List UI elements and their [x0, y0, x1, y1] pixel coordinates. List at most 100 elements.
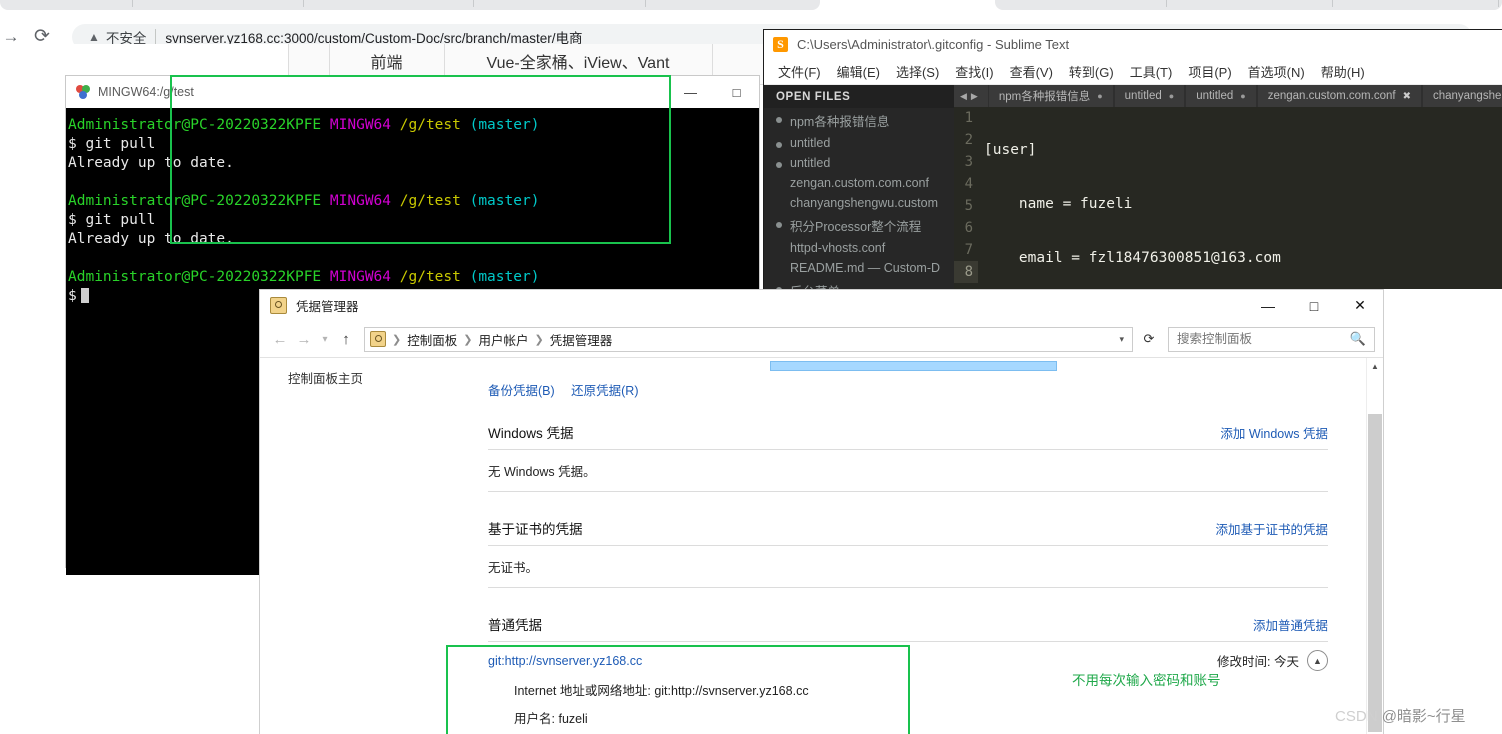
- credential-top-links: 备份凭据(B) 还原凭据(R): [488, 380, 1328, 400]
- sublime-text-window[interactable]: S C:\Users\Administrator\.gitconfig - Su…: [764, 30, 1502, 299]
- menu-file[interactable]: 文件(F): [770, 62, 829, 81]
- omnibox-divider: [155, 29, 157, 45]
- sidebar-file-label: npm各种报错信息: [790, 115, 890, 129]
- sublime-menu-bar[interactable]: 文件(F) 编辑(E) 选择(S) 查找(I) 查看(V) 转到(G) 工具(T…: [764, 58, 1502, 85]
- close-icon[interactable]: ✖: [1403, 91, 1411, 102]
- sidebar-file-item[interactable]: httpd-vhosts.conf: [764, 238, 954, 258]
- add-windows-credential-link[interactable]: 添加 Windows 凭据: [1220, 423, 1328, 442]
- forward-button[interactable]: →: [292, 327, 316, 351]
- add-generic-credential-link[interactable]: 添加普通凭据: [1253, 615, 1328, 634]
- menu-edit[interactable]: 编辑(E): [829, 62, 888, 81]
- control-panel-home-link[interactable]: 控制面板主页: [288, 368, 363, 387]
- terminal-maximize-button[interactable]: □: [714, 76, 759, 108]
- explorer-address-bar[interactable]: ❯ 控制面板 ❯ 用户帐户 ❯ 凭据管理器 ▾: [364, 326, 1133, 352]
- up-button[interactable]: ↑: [334, 327, 358, 351]
- sidebar-file-label: 积分Processor整个流程: [790, 220, 922, 234]
- prompt-branch: (master): [469, 117, 540, 133]
- tab-scroll-arrows[interactable]: ◀ ▶: [954, 85, 988, 107]
- back-button[interactable]: ←: [268, 327, 292, 351]
- menu-help[interactable]: 帮助(H): [1313, 62, 1373, 81]
- sublime-tab-bar[interactable]: ◀ ▶ npm各种报错信息 ● untitled ● untitled ● zenga…: [954, 85, 1502, 107]
- menu-goto[interactable]: 转到(G): [1061, 62, 1122, 81]
- terminal-line-prompt: Administrator@PC-20220322KPFE MINGW64 /g…: [68, 192, 759, 211]
- menu-find[interactable]: 查找(I): [947, 62, 1001, 81]
- chevron-right-icon: ❯: [534, 333, 544, 346]
- breadcrumb-control-panel[interactable]: 控制面板: [407, 330, 457, 349]
- vertical-scrollbar[interactable]: ▲: [1366, 358, 1383, 734]
- line-number: 6: [964, 220, 973, 236]
- recent-locations-button[interactable]: ▾: [316, 327, 334, 351]
- chevron-down-icon[interactable]: ▾: [1119, 334, 1124, 345]
- line-number: 4: [964, 176, 973, 192]
- editor-tab-chanyang[interactable]: chanyangshengwu.cus: [1421, 85, 1502, 107]
- chevron-left-icon[interactable]: ◀: [960, 91, 971, 102]
- tab-separator: [645, 0, 646, 7]
- sidebar-file-item[interactable]: untitled: [764, 153, 954, 173]
- sidebar-file-item[interactable]: chanyangshengwu.custom: [764, 193, 954, 213]
- terminal-minimize-button[interactable]: —: [668, 76, 713, 108]
- menu-project[interactable]: 项目(P): [1180, 62, 1239, 81]
- sidebar-file-item[interactable]: zengan.custom.com.conf: [764, 173, 954, 193]
- scroll-up-arrow-icon[interactable]: ▲: [1367, 358, 1383, 374]
- editor-tab-untitled-1[interactable]: untitled ●: [1113, 85, 1186, 107]
- terminal-title-bar: MINGW64:/g/test — □: [66, 76, 759, 108]
- refresh-button[interactable]: ⟳: [1136, 328, 1162, 351]
- prompt-user: Administrator@PC-20220322KPFE: [68, 117, 322, 133]
- sublime-title-bar: S C:\Users\Administrator\.gitconfig - Su…: [764, 30, 1502, 58]
- credential-entry-header[interactable]: git:http://svnserver.yz168.cc 修改时间: 今天 ▲: [488, 650, 1328, 671]
- sublime-sidebar[interactable]: OPEN FILES npm各种报错信息 untitled untitled z…: [764, 85, 955, 299]
- vertical-scrollbar-thumb[interactable]: [1368, 414, 1382, 732]
- menu-tools[interactable]: 工具(T): [1122, 62, 1181, 81]
- sidebar-file-item[interactable]: npm各种报错信息: [764, 108, 954, 133]
- code-content[interactable]: [user] name = fuzeli email = fzl18476300…: [984, 107, 1502, 289]
- sublime-window-title: C:\Users\Administrator\.gitconfig - Subl…: [797, 36, 1070, 52]
- credential-url-link[interactable]: git:http://svnserver.yz168.cc: [488, 654, 642, 668]
- dirty-dot-icon: ●: [1097, 91, 1103, 101]
- menu-selection[interactable]: 选择(S): [888, 62, 947, 81]
- chevron-right-icon[interactable]: ▶: [971, 91, 982, 102]
- credential-manager-icon-small: [370, 331, 386, 347]
- certificate-credentials-title: 基于证书的凭据: [488, 522, 583, 537]
- browser-tab-group-left[interactable]: [0, 0, 820, 10]
- backup-credentials-link[interactable]: 备份凭据(B): [488, 384, 555, 398]
- maximize-button[interactable]: □: [1291, 290, 1337, 321]
- code-line: email = fzl18476300851@163.com: [984, 250, 1281, 266]
- minimize-button[interactable]: —: [1245, 290, 1291, 321]
- sublime-code-editor[interactable]: 1 2 3 4 5 6 7 8 [user] name = fuzeli ema…: [954, 107, 1502, 289]
- horizontal-scrollbar-thumb[interactable]: [770, 361, 1057, 371]
- terminal-line-prompt: Administrator@PC-20220322KPFE MINGW64 /g…: [68, 268, 759, 287]
- sublime-body: OPEN FILES npm各种报错信息 untitled untitled z…: [764, 85, 1502, 299]
- sidebar-file-item[interactable]: README.md — Custom-D: [764, 258, 954, 278]
- sidebar-file-item[interactable]: untitled: [764, 133, 954, 153]
- close-button[interactable]: ✕: [1337, 290, 1383, 321]
- add-certificate-credential-link[interactable]: 添加基于证书的凭据: [1215, 519, 1328, 538]
- restore-credentials-link[interactable]: 还原凭据(R): [571, 384, 638, 398]
- credential-manager-icon: [270, 297, 287, 314]
- credential-manager-window[interactable]: 凭据管理器 — □ ✕ ← → ▾ ↑ ❯ 控制面板 ❯ 用户帐户 ❯ 凭据管理…: [260, 290, 1383, 734]
- dirty-dot-icon: [776, 117, 782, 123]
- search-control-panel-box[interactable]: 🔍: [1168, 326, 1375, 352]
- editor-tab-zengan-conf[interactable]: zengan.custom.com.conf ✖: [1256, 85, 1422, 107]
- breadcrumb-user-accounts[interactable]: 用户帐户: [478, 330, 528, 349]
- chevron-up-icon[interactable]: ▲: [1307, 650, 1328, 671]
- tab-separator: [303, 0, 304, 7]
- breadcrumb-credential-manager[interactable]: 凭据管理器: [550, 330, 613, 349]
- sublime-editor-pane: ◀ ▶ npm各种报错信息 ● untitled ● untitled ● zenga…: [954, 85, 1502, 289]
- search-input[interactable]: [1169, 331, 1339, 347]
- detail-label: Internet 地址或网络地址:: [514, 684, 651, 698]
- sidebar-file-item[interactable]: 积分Processor整个流程: [764, 213, 954, 238]
- search-icon[interactable]: 🔍: [1350, 331, 1366, 347]
- editor-tab-untitled-2[interactable]: untitled ●: [1185, 85, 1257, 107]
- browser-tab-group-right[interactable]: [995, 0, 1502, 10]
- menu-preferences[interactable]: 首选项(N): [1240, 62, 1313, 81]
- editor-tab-npm[interactable]: npm各种报错信息 ●: [987, 85, 1114, 107]
- menu-view[interactable]: 查看(V): [1002, 62, 1061, 81]
- prompt-shell: MINGW64: [329, 117, 392, 133]
- windows-credentials-header: Windows 凭据 添加 Windows 凭据: [488, 422, 1328, 450]
- prompt-shell: MINGW64: [329, 193, 392, 209]
- generic-credentials-header: 普通凭据 添加普通凭据: [488, 614, 1328, 642]
- screenshot-root: → ⟳ ▲ 不安全 svnserver.yz168.cc:3000/custom…: [0, 0, 1502, 734]
- line-number: 2: [964, 132, 973, 148]
